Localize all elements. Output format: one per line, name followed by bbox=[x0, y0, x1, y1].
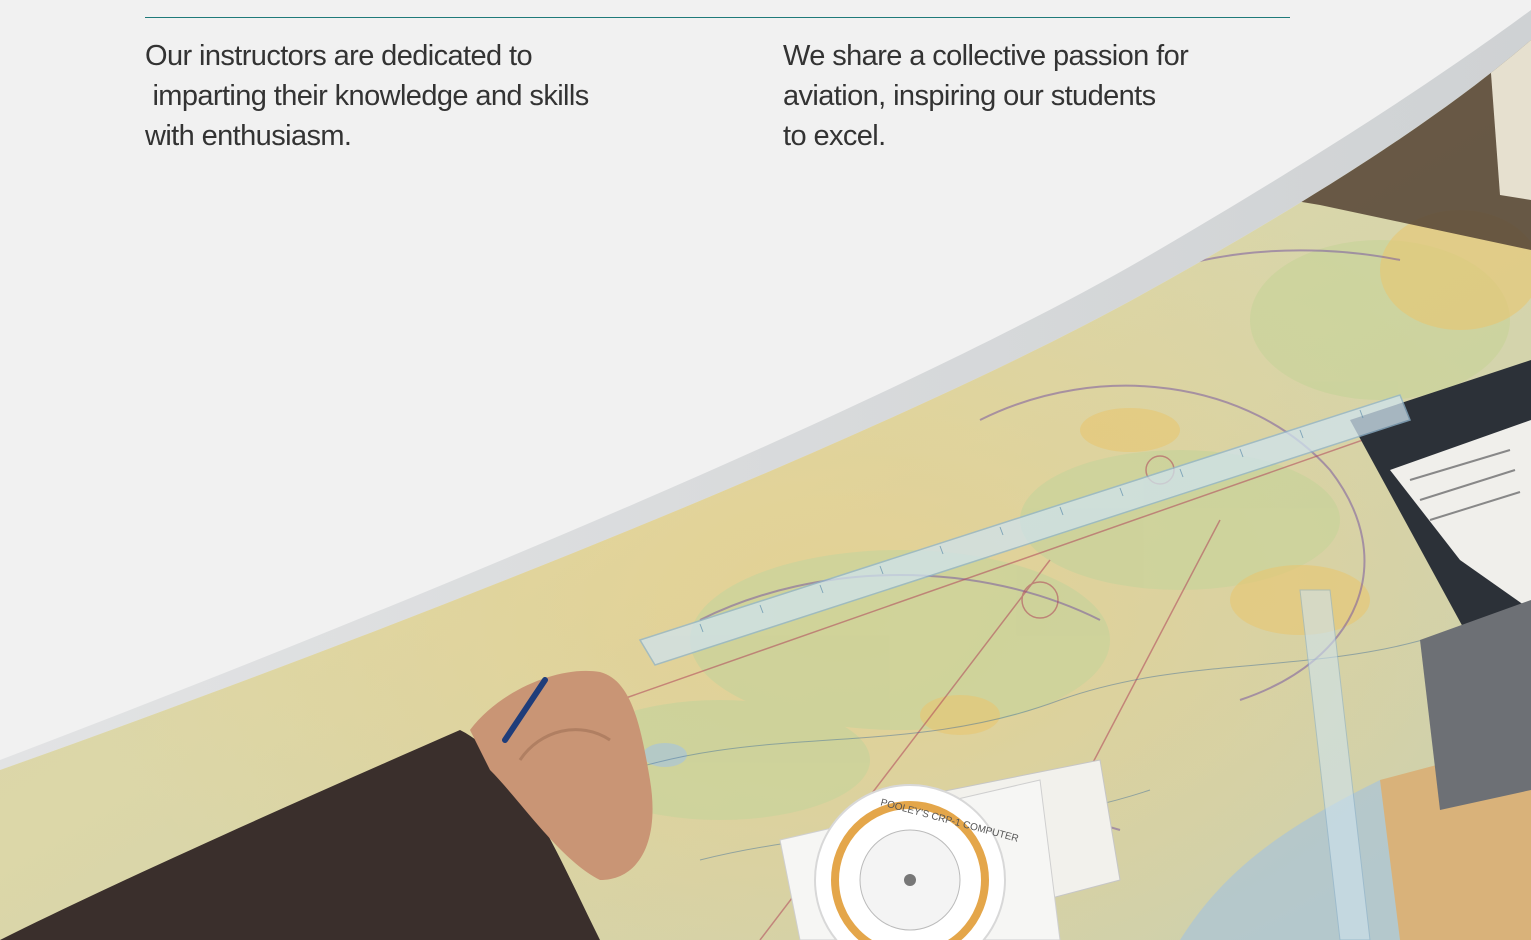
paragraph-line: aviation, inspiring our students bbox=[783, 80, 1156, 112]
instructors-paragraph: Our instructors are dedicated to imparti… bbox=[145, 36, 705, 156]
page: POOLEY'S CRP-1 COMPUTER Our instructors … bbox=[0, 0, 1531, 940]
paragraph-line: We share a collective passion for bbox=[783, 40, 1189, 72]
paragraph-line: imparting their knowledge and skills bbox=[145, 80, 589, 112]
paragraph-line: Our instructors are dedicated to bbox=[145, 40, 533, 72]
passion-paragraph: We share a collective passion for aviati… bbox=[783, 36, 1343, 156]
section-divider bbox=[145, 17, 1290, 18]
paragraph-line: with enthusiasm. bbox=[145, 120, 352, 152]
paragraph-line: to excel. bbox=[783, 120, 886, 152]
